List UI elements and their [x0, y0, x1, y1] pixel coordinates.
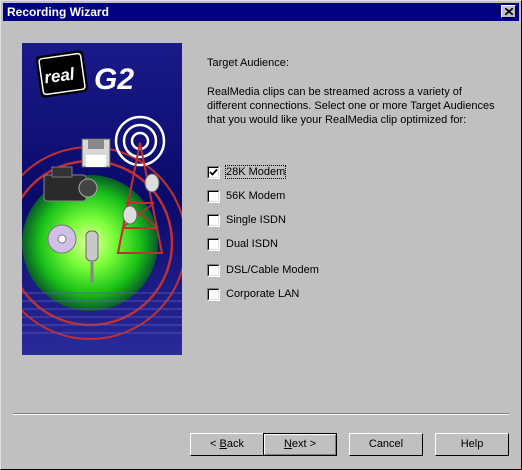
page-description: RealMedia clips can be streamed across a…	[207, 86, 495, 126]
checkbox-dual-isdn[interactable]	[207, 238, 220, 251]
title-bar[interactable]: Recording Wizard	[3, 3, 519, 21]
option-label[interactable]: Single ISDN	[226, 214, 286, 226]
back-button[interactable]: < Back	[190, 433, 264, 456]
option-label[interactable]: Dual ISDN	[226, 238, 278, 250]
wizard-window: Recording Wizard real G2 Target Audience…	[0, 0, 522, 470]
window-title: Recording Wizard	[7, 5, 109, 19]
check-icon	[209, 168, 218, 176]
close-icon	[505, 8, 513, 15]
divider	[13, 413, 509, 415]
cancel-button[interactable]: Cancel	[349, 433, 423, 456]
page-heading: Target Audience:	[207, 57, 289, 69]
cd-disc-icon	[47, 224, 77, 254]
floppy-disk-icon	[81, 138, 111, 168]
checkbox-corporate-lan[interactable]	[207, 288, 220, 301]
wizard-banner-image: real G2	[22, 43, 182, 355]
next-button[interactable]: Next >	[263, 433, 337, 456]
help-button[interactable]: Help	[435, 433, 509, 456]
checkbox-dsl-cable-modem[interactable]	[207, 264, 220, 277]
checkbox-single-isdn[interactable]	[207, 214, 220, 227]
option-label[interactable]: 28K Modem	[224, 165, 287, 179]
option-label[interactable]: DSL/Cable Modem	[226, 264, 319, 276]
logo-g2-text: G2	[94, 63, 134, 96]
close-button[interactable]	[501, 5, 516, 18]
checkbox-28k-modem[interactable]	[207, 166, 220, 179]
option-label[interactable]: 56K Modem	[226, 190, 285, 202]
option-label[interactable]: Corporate LAN	[226, 288, 299, 300]
checkbox-56k-modem[interactable]	[207, 190, 220, 203]
